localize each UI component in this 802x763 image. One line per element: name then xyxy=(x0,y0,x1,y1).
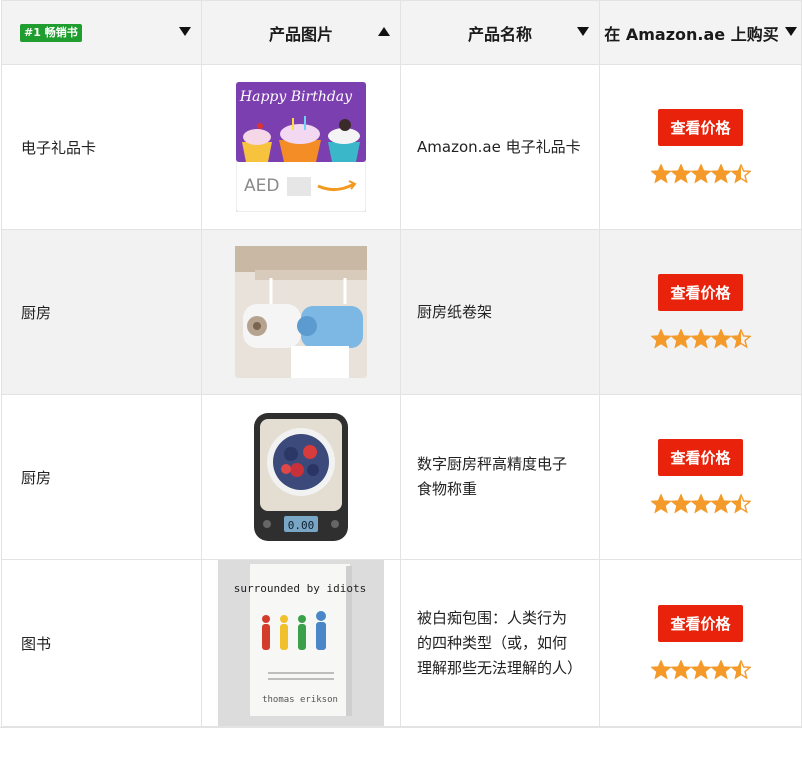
view-price-button[interactable]: 查看价格 xyxy=(658,273,743,311)
buy-cell: 查看价格 xyxy=(599,64,802,230)
paper-towel-holder-image[interactable] xyxy=(235,246,367,378)
col-header-name[interactable]: 产品名称 xyxy=(400,0,600,65)
col-header-image-label: 产品图片 xyxy=(268,24,333,44)
buy-cell: 查看价格 xyxy=(599,394,802,560)
book-cover-image[interactable]: surrounded by idiots thomas erikson xyxy=(218,560,384,726)
product-name-cell: 被白痴包围：人类行为的四种类型（或，如何理解那些无法理解的人） xyxy=(400,559,600,727)
star-full-icon xyxy=(710,493,731,514)
col-header-rank[interactable]: #1 畅销书 xyxy=(1,0,202,65)
product-name-cell: 厨房纸卷架 xyxy=(400,229,600,395)
table-row: 图书 surrounded by idiots thomas erikson 被… xyxy=(1,559,802,727)
gift-card-currency: AED xyxy=(244,176,279,196)
col-header-name-label: 产品名称 xyxy=(467,24,532,44)
star-half-icon xyxy=(730,163,751,184)
book-author: thomas erikson xyxy=(262,695,338,705)
star-half-icon xyxy=(730,659,751,680)
star-full-icon xyxy=(690,659,711,680)
buy-cell: 查看价格 xyxy=(599,559,802,727)
sort-down-icon[interactable] xyxy=(785,27,797,36)
col-header-buy-label: 在 Amazon.ae 上购买 xyxy=(604,24,779,44)
star-full-icon xyxy=(670,659,691,680)
star-full-icon xyxy=(690,493,711,514)
star-full-icon xyxy=(650,659,671,680)
star-full-icon xyxy=(670,493,691,514)
product-image-cell: surrounded by idiots thomas erikson xyxy=(201,559,401,727)
rating-stars xyxy=(600,493,801,516)
book-title: surrounded by idiots xyxy=(234,582,366,595)
buy-cell: 查看价格 xyxy=(599,229,802,395)
product-name-cell: Amazon.ae 电子礼品卡 xyxy=(400,64,600,230)
product-image-cell: Happy Birthday AED xyxy=(201,64,401,230)
gift-card-image[interactable]: Happy Birthday AED xyxy=(236,82,366,212)
kitchen-scale-image[interactable]: 0.00 xyxy=(253,412,349,542)
star-full-icon xyxy=(650,163,671,184)
sort-up-icon[interactable] xyxy=(378,27,390,36)
star-full-icon xyxy=(710,163,731,184)
sort-down-icon[interactable] xyxy=(577,27,589,36)
star-full-icon xyxy=(690,328,711,349)
star-half-icon xyxy=(730,328,751,349)
star-full-icon xyxy=(710,328,731,349)
col-header-image[interactable]: 产品图片 xyxy=(201,0,401,65)
category-cell: 图书 xyxy=(1,559,202,727)
view-price-button[interactable]: 查看价格 xyxy=(658,604,743,642)
col-header-buy[interactable]: 在 Amazon.ae 上购买 xyxy=(599,0,802,65)
star-full-icon xyxy=(690,163,711,184)
table-row: 厨房 0.00 数字厨房秤高精度电子食物称重 查看价格 xyxy=(1,394,802,560)
table-bottom-edge xyxy=(0,727,802,738)
view-price-button[interactable]: 查看价格 xyxy=(658,438,743,476)
product-image-cell: 0.00 xyxy=(201,394,401,560)
star-full-icon xyxy=(650,328,671,349)
rating-stars xyxy=(600,659,801,682)
product-name-cell: 数字厨房秤高精度电子食物称重 xyxy=(400,394,600,560)
product-image-cell xyxy=(201,229,401,395)
star-full-icon xyxy=(710,659,731,680)
category-cell: 电子礼品卡 xyxy=(1,64,202,230)
star-full-icon xyxy=(650,493,671,514)
table-row: 厨房 厨房纸卷架 查看价格 xyxy=(1,229,802,395)
rating-stars xyxy=(600,328,801,351)
view-price-button[interactable]: 查看价格 xyxy=(658,108,743,146)
bestseller-badge: #1 畅销书 xyxy=(20,24,82,42)
star-full-icon xyxy=(670,163,691,184)
gift-card-title: Happy Birthday xyxy=(239,89,353,105)
rating-stars xyxy=(600,163,801,186)
table-row: 电子礼品卡 Happy Birthday AED Amazon.ae 电子礼品卡… xyxy=(1,64,802,230)
scale-display-readout: 0.00 xyxy=(288,519,315,532)
category-cell: 厨房 xyxy=(1,394,202,560)
star-half-icon xyxy=(730,493,751,514)
table-header-row: #1 畅销书 产品图片 产品名称 在 Amazon.ae 上购买 xyxy=(1,0,802,65)
bestseller-table: #1 畅销书 产品图片 产品名称 在 Amazon.ae 上购买 电子礼品卡 H… xyxy=(1,0,802,727)
star-full-icon xyxy=(670,328,691,349)
sort-down-icon[interactable] xyxy=(179,27,191,36)
category-cell: 厨房 xyxy=(1,229,202,395)
